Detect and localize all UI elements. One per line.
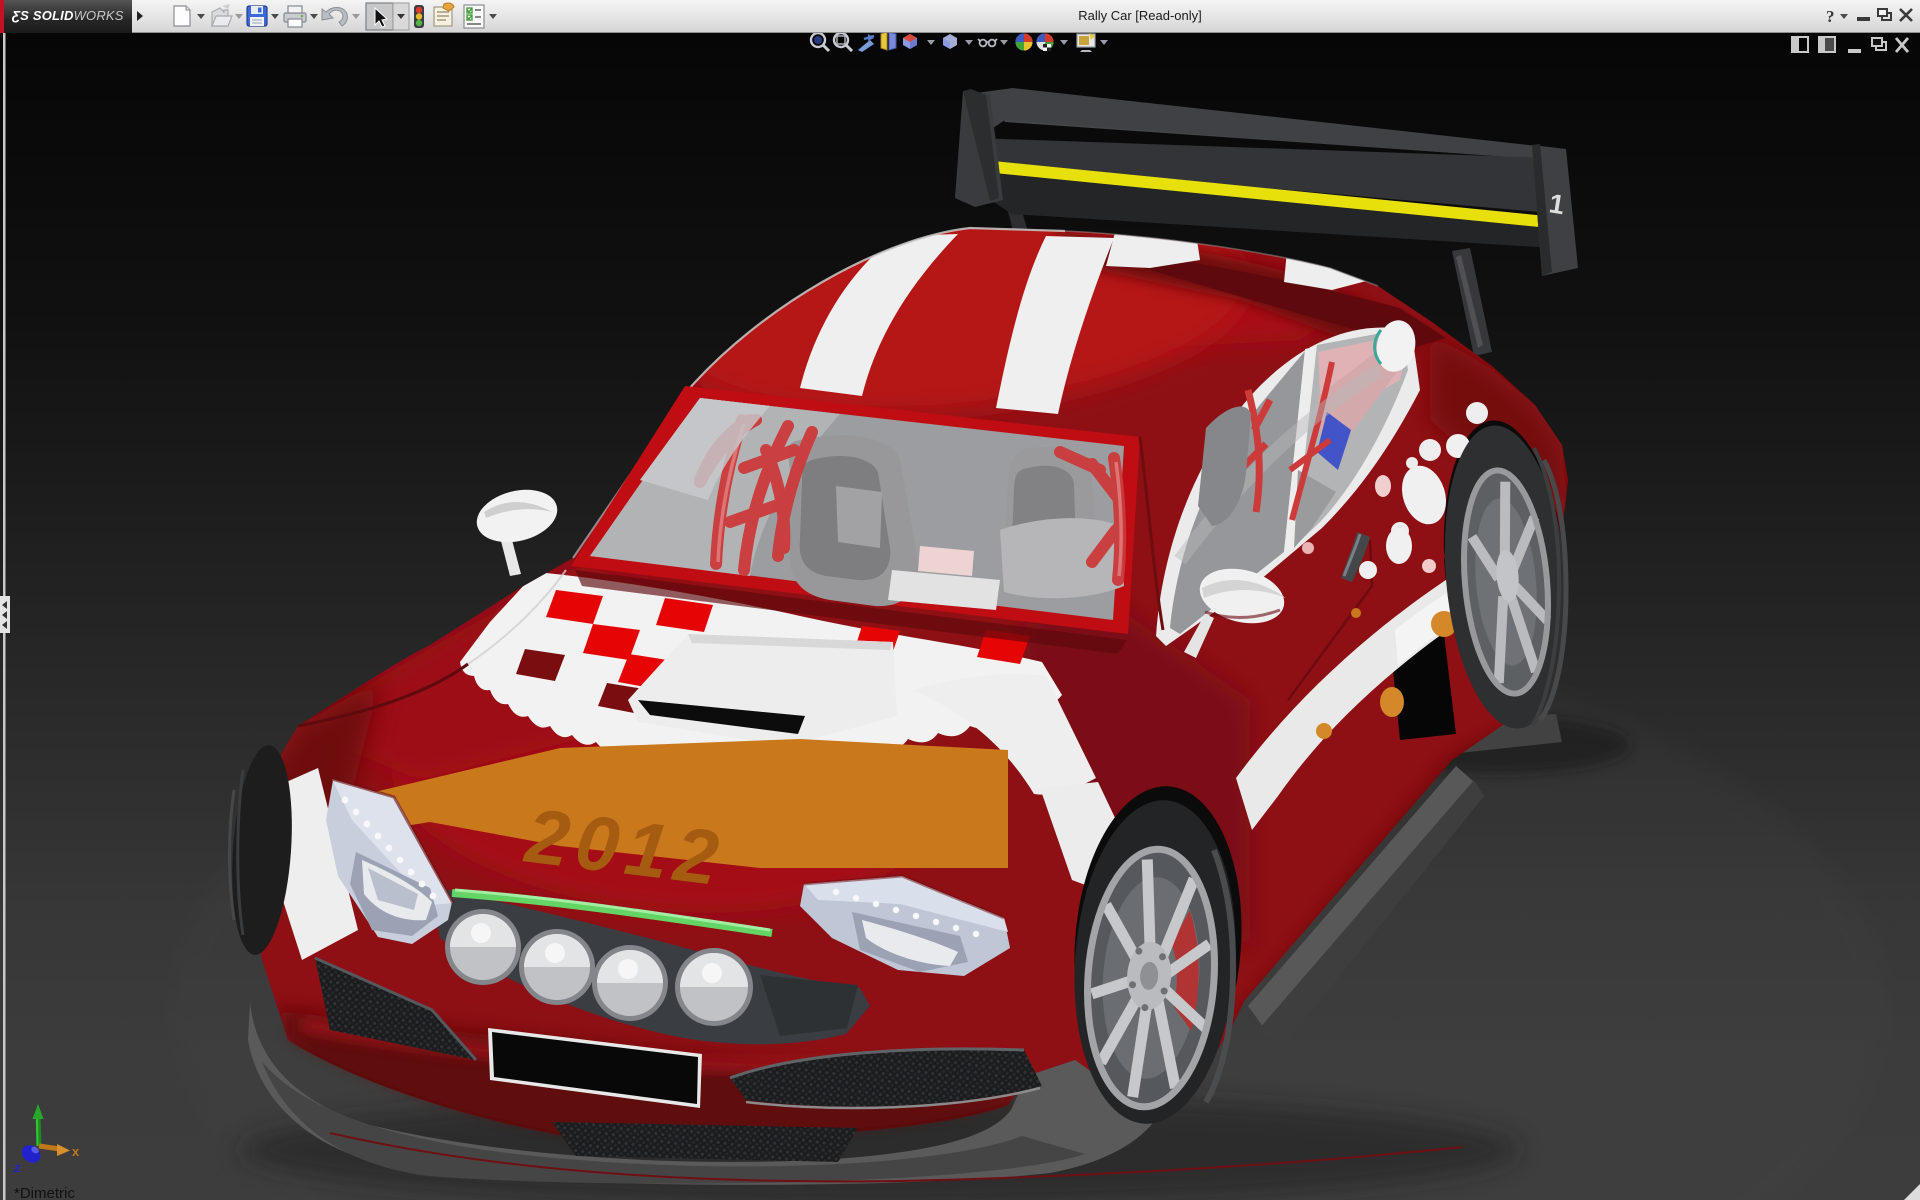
svg-text:?: ? bbox=[1826, 7, 1835, 26]
svg-text:x: x bbox=[72, 1144, 80, 1159]
svg-text:*Dimetric: *Dimetric bbox=[14, 1185, 75, 1200]
svg-text:z: z bbox=[13, 1160, 21, 1175]
